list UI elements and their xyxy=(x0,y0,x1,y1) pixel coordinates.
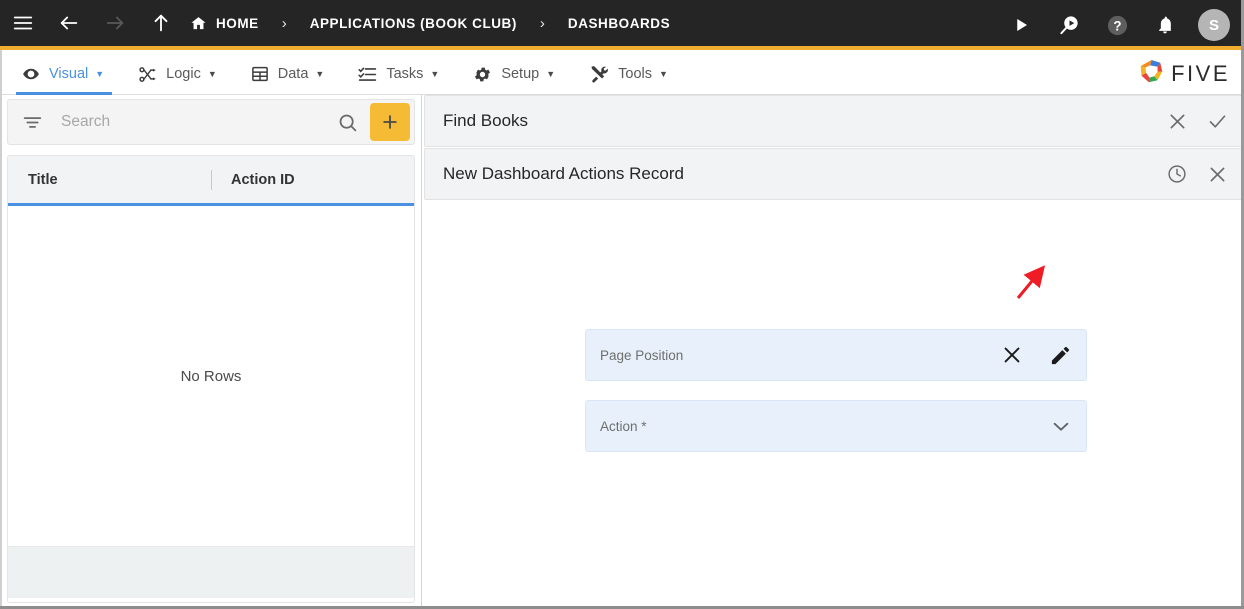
breadcrumb: HOME › APPLICATIONS (BOOK CLUB) › DASHBO… xyxy=(190,15,670,32)
top-navigation-bar: HOME › APPLICATIONS (BOOK CLUB) › DASHBO… xyxy=(0,0,1244,50)
record-header-actions xyxy=(1165,149,1229,199)
page-position-actions xyxy=(1001,330,1072,380)
chevron-down-icon: ▼ xyxy=(546,68,556,79)
home-icon xyxy=(190,15,207,32)
tab-setup[interactable]: Setup ▼ xyxy=(461,54,567,95)
tab-label-data: Data xyxy=(277,66,309,82)
tab-label-visual: Visual xyxy=(49,66,89,82)
empty-state-message: No Rows xyxy=(180,367,242,385)
secondary-navigation-bar: Visual ▼ Logic ▼ Data ▼ Tasks ▼ Setup ▼ … xyxy=(0,54,1244,95)
breadcrumb-item-home[interactable]: HOME xyxy=(190,15,259,32)
form-header-actions xyxy=(1165,96,1229,146)
page-title: Find Books xyxy=(443,111,529,130)
breadcrumb-item-dashboards[interactable]: DASHBOARDS xyxy=(568,16,670,31)
record-title: New Dashboard Actions Record xyxy=(443,164,684,183)
breadcrumb-separator: › xyxy=(539,14,545,32)
hamburger-menu-icon[interactable] xyxy=(0,0,46,48)
close-x-icon[interactable] xyxy=(1205,162,1229,186)
field-label-page-position: Page Position xyxy=(600,347,684,363)
action-field-actions xyxy=(1050,401,1072,451)
tab-tools[interactable]: Tools ▼ xyxy=(577,54,680,95)
tools-wrench-icon xyxy=(589,64,609,84)
top-nav-actions: ? S xyxy=(997,0,1234,50)
breadcrumb-label-home: HOME xyxy=(216,15,259,31)
avatar-initial: S xyxy=(1208,16,1219,34)
avatar[interactable]: S xyxy=(1198,9,1230,41)
bell-notification-icon[interactable] xyxy=(1141,0,1189,50)
clock-history-icon[interactable] xyxy=(1165,162,1189,186)
left-list-panel: Title Action ID No Rows xyxy=(0,95,422,609)
checkmark-icon[interactable] xyxy=(1205,109,1229,133)
chevron-down-icon: ▼ xyxy=(659,68,668,79)
tab-label-logic: Logic xyxy=(166,66,201,82)
top-nav-icon-group xyxy=(0,0,184,48)
tab-visual[interactable]: Visual ▼ xyxy=(10,54,116,95)
chevron-down-icon: ▼ xyxy=(207,68,217,79)
search-icon[interactable] xyxy=(337,112,358,133)
tab-label-tasks: Tasks xyxy=(386,66,424,82)
add-record-button[interactable] xyxy=(370,103,410,141)
breadcrumb-separator: › xyxy=(281,14,287,32)
search-play-icon[interactable] xyxy=(1045,0,1093,50)
checklist-icon xyxy=(358,65,377,84)
tab-label-setup: Setup xyxy=(501,66,540,82)
form-content-area: Page Position Action * xyxy=(424,201,1244,609)
logic-nodes-icon xyxy=(138,65,157,84)
eye-icon xyxy=(22,65,40,83)
field-action[interactable]: Action * xyxy=(585,400,1087,452)
column-header-title[interactable]: Title xyxy=(8,156,211,203)
tab-data[interactable]: Data ▼ xyxy=(239,54,337,95)
grid-header-row: Title Action ID xyxy=(8,156,414,206)
five-pinwheel-logo-icon xyxy=(1138,58,1165,90)
field-label-action: Action * xyxy=(600,418,647,434)
arrow-up-icon[interactable] xyxy=(138,0,184,48)
arrow-back-icon[interactable] xyxy=(46,0,92,48)
table-grid-icon xyxy=(251,65,269,83)
help-question-icon[interactable]: ? xyxy=(1093,0,1141,50)
field-page-position[interactable]: Page Position xyxy=(585,329,1087,381)
chevron-down-icon: ▼ xyxy=(315,68,325,79)
search-input[interactable] xyxy=(61,113,337,131)
record-header-new-dashboard-actions: New Dashboard Actions Record xyxy=(424,148,1244,200)
edit-pencil-icon[interactable] xyxy=(1049,344,1072,367)
chevron-down-icon[interactable] xyxy=(1050,415,1072,437)
search-bar xyxy=(7,99,415,145)
breadcrumb-label-dashboards: DASHBOARDS xyxy=(567,15,671,31)
clear-x-icon[interactable] xyxy=(1001,344,1023,366)
records-grid: Title Action ID No Rows xyxy=(7,155,415,603)
column-header-action-id[interactable]: Action ID xyxy=(212,156,295,203)
tab-logic[interactable]: Logic ▼ xyxy=(126,54,229,95)
panel-divider xyxy=(421,95,422,609)
chevron-down-icon: ▼ xyxy=(430,68,440,79)
breadcrumb-item-applications[interactable]: APPLICATIONS (BOOK CLUB) xyxy=(310,16,517,31)
gear-icon xyxy=(473,65,492,84)
tab-label-tools: Tools xyxy=(618,66,652,82)
arrow-forward-icon[interactable] xyxy=(92,0,138,48)
filter-icon[interactable] xyxy=(22,112,43,133)
form-header-find-books: Find Books xyxy=(424,95,1244,147)
window-left-border xyxy=(0,50,2,609)
grid-body: No Rows xyxy=(8,206,414,546)
chevron-down-icon: ▼ xyxy=(95,68,105,79)
five-logo: FIVE xyxy=(1138,58,1230,90)
right-form-panel: Find Books New Dashboard Actions Record xyxy=(424,95,1244,609)
tab-tasks[interactable]: Tasks ▼ xyxy=(346,54,451,95)
app-window: HOME › APPLICATIONS (BOOK CLUB) › DASHBO… xyxy=(0,0,1244,609)
breadcrumb-label-applications: APPLICATIONS (BOOK CLUB) xyxy=(309,15,517,31)
five-logo-text: FIVE xyxy=(1171,61,1230,86)
close-x-icon[interactable] xyxy=(1165,109,1189,133)
svg-text:?: ? xyxy=(1113,18,1121,33)
play-run-icon[interactable] xyxy=(997,0,1045,50)
grid-footer xyxy=(8,546,414,598)
